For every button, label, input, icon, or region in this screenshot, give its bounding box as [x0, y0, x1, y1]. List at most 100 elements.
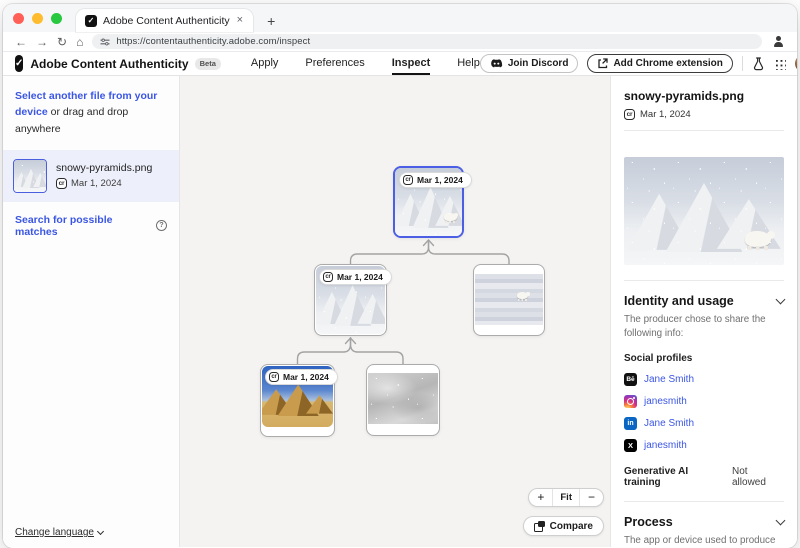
nav-item-apply[interactable]: Apply [251, 52, 279, 75]
tree-node-snow-texture-ingredient[interactable] [366, 364, 440, 436]
app-logo-icon: ✓ [15, 55, 23, 72]
search-matches-row: Search for possible matches ? [3, 202, 179, 238]
back-icon[interactable]: ← [15, 36, 27, 48]
compare-icon [534, 521, 545, 532]
process-description: The app or device used to produce this c… [624, 534, 784, 547]
content-credentials-icon: cr [56, 178, 67, 189]
zoom-out-button[interactable]: − [580, 489, 603, 506]
generative-ai-value: Not allowed [732, 466, 784, 488]
x-profile-link[interactable]: janesmith [644, 440, 687, 451]
process-section-header[interactable]: Process [624, 515, 784, 529]
new-tab-button[interactable]: + [267, 14, 275, 32]
panel-divider [624, 280, 784, 281]
preview-image[interactable] [624, 157, 784, 265]
main-nav: Apply Preferences Inspect Help [251, 52, 480, 75]
forward-icon[interactable]: → [36, 36, 48, 48]
minimize-window-button[interactable] [32, 13, 43, 24]
tree-node-desert-ingredient[interactable]: cr Mar 1, 2024 [260, 364, 335, 437]
nav-item-preferences[interactable]: Preferences [305, 52, 364, 75]
fit-button[interactable]: Fit [552, 489, 580, 506]
compare-button[interactable]: Compare [523, 516, 604, 536]
x-icon: X [624, 439, 637, 452]
profile-row-x: X janesmith [624, 439, 784, 452]
change-language-link[interactable]: Change language [15, 527, 103, 538]
reload-icon[interactable]: ↻ [57, 36, 67, 48]
panel-divider [624, 501, 784, 502]
profile-row-linkedin: in Jane Smith [624, 417, 784, 430]
behance-profile-link[interactable]: Jane Smith [644, 374, 694, 385]
identity-heading: Identity and usage [624, 294, 734, 308]
chevron-down-icon [97, 528, 104, 535]
tree-node-current[interactable]: cr Mar 1, 2024 [393, 166, 464, 238]
file-meta: snowy-pyramids.png cr Mar 1, 2024 [56, 162, 152, 189]
tab-title: Adobe Content Authenticity [103, 15, 230, 27]
content-credentials-icon: cr [403, 175, 413, 185]
content-credentials-icon: cr [323, 272, 333, 282]
window-controls [13, 4, 62, 32]
profile-row-instagram: janesmith [624, 395, 784, 408]
browser-window: ✓ Adobe Content Authenticity × + ← → ↻ ⌂… [3, 4, 797, 548]
nav-item-help[interactable]: Help [457, 52, 480, 75]
instagram-icon [624, 395, 637, 408]
chevron-down-icon [776, 516, 786, 526]
compare-label: Compare [550, 521, 593, 532]
file-date-text: Mar 1, 2024 [71, 178, 122, 189]
file-thumbnail [13, 159, 47, 193]
process-heading: Process [624, 515, 673, 529]
site-settings-icon[interactable] [100, 38, 110, 46]
add-chrome-extension-label: Add Chrome extension [613, 58, 722, 69]
social-profiles-label: Social profiles [624, 353, 784, 364]
content-credentials-icon: cr [624, 109, 635, 120]
sidebar: Select another file from your device or … [3, 76, 180, 547]
app-body: Select another file from your device or … [3, 76, 797, 547]
linkedin-profile-link[interactable]: Jane Smith [644, 418, 694, 429]
identity-section-header[interactable]: Identity and usage [624, 294, 784, 308]
identity-description: The producer chose to share the followin… [624, 313, 784, 341]
search-matches-link[interactable]: Search for possible matches [15, 214, 156, 238]
polar-bear-ice-image [475, 274, 543, 325]
upload-instructions: Select another file from your device or … [3, 76, 179, 137]
join-discord-button[interactable]: Join Discord [480, 54, 579, 73]
app-launcher-icon[interactable] [774, 58, 786, 70]
panel-file-date: cr Mar 1, 2024 [624, 109, 784, 120]
nav-item-inspect[interactable]: Inspect [392, 52, 431, 75]
browser-tab[interactable]: ✓ Adobe Content Authenticity × [76, 9, 253, 32]
home-icon[interactable]: ⌂ [76, 36, 83, 48]
header-divider [742, 56, 743, 71]
generative-ai-row: Generative AI training Not allowed [624, 466, 784, 488]
address-bar[interactable]: https://contentauthenticity.adobe.com/in… [92, 34, 762, 49]
tab-close-icon[interactable]: × [236, 15, 244, 26]
file-name: snowy-pyramids.png [56, 162, 152, 174]
provenance-canvas[interactable]: cr Mar 1, 2024 cr Mar 1, 2024 [180, 76, 610, 547]
maximize-window-button[interactable] [51, 13, 62, 24]
user-avatar[interactable] [795, 55, 797, 72]
instagram-profile-link[interactable]: janesmith [644, 396, 687, 407]
profile-row-behance: Bē Jane Smith [624, 373, 784, 386]
panel-divider [624, 130, 784, 131]
chevron-down-icon [776, 295, 786, 305]
tree-connectors [180, 76, 610, 547]
tree-node-composite[interactable]: cr Mar 1, 2024 [314, 264, 387, 336]
browser-profile-icon[interactable] [771, 35, 785, 49]
behance-icon: Bē [624, 373, 637, 386]
add-chrome-extension-button[interactable]: Add Chrome extension [587, 54, 732, 73]
help-icon[interactable]: ? [156, 220, 167, 231]
close-window-button[interactable] [13, 13, 24, 24]
panel-date-text: Mar 1, 2024 [640, 109, 691, 120]
browser-tab-strip: ✓ Adobe Content Authenticity × + [3, 4, 797, 32]
zoom-in-button[interactable]: + [529, 489, 552, 506]
tree-node-bear-ingredient[interactable] [473, 264, 545, 336]
content-credentials-badge: cr Mar 1, 2024 [265, 369, 338, 385]
content-credentials-badge: cr Mar 1, 2024 [399, 172, 472, 188]
content-credentials-badge: cr Mar 1, 2024 [319, 269, 392, 285]
tab-favicon-icon: ✓ [85, 15, 97, 27]
file-list-item-selected[interactable]: snowy-pyramids.png cr Mar 1, 2024 [3, 150, 179, 202]
badge-date: Mar 1, 2024 [337, 272, 383, 282]
join-discord-label: Join Discord [508, 58, 569, 69]
badge-date: Mar 1, 2024 [283, 372, 329, 382]
zoom-controls: + Fit − [528, 488, 604, 507]
export-icon [597, 58, 608, 69]
panel-file-title: snowy-pyramids.png [624, 89, 784, 103]
beta-flask-icon[interactable] [752, 57, 765, 71]
browser-toolbar: ← → ↻ ⌂ https://contentauthenticity.adob… [3, 32, 797, 52]
